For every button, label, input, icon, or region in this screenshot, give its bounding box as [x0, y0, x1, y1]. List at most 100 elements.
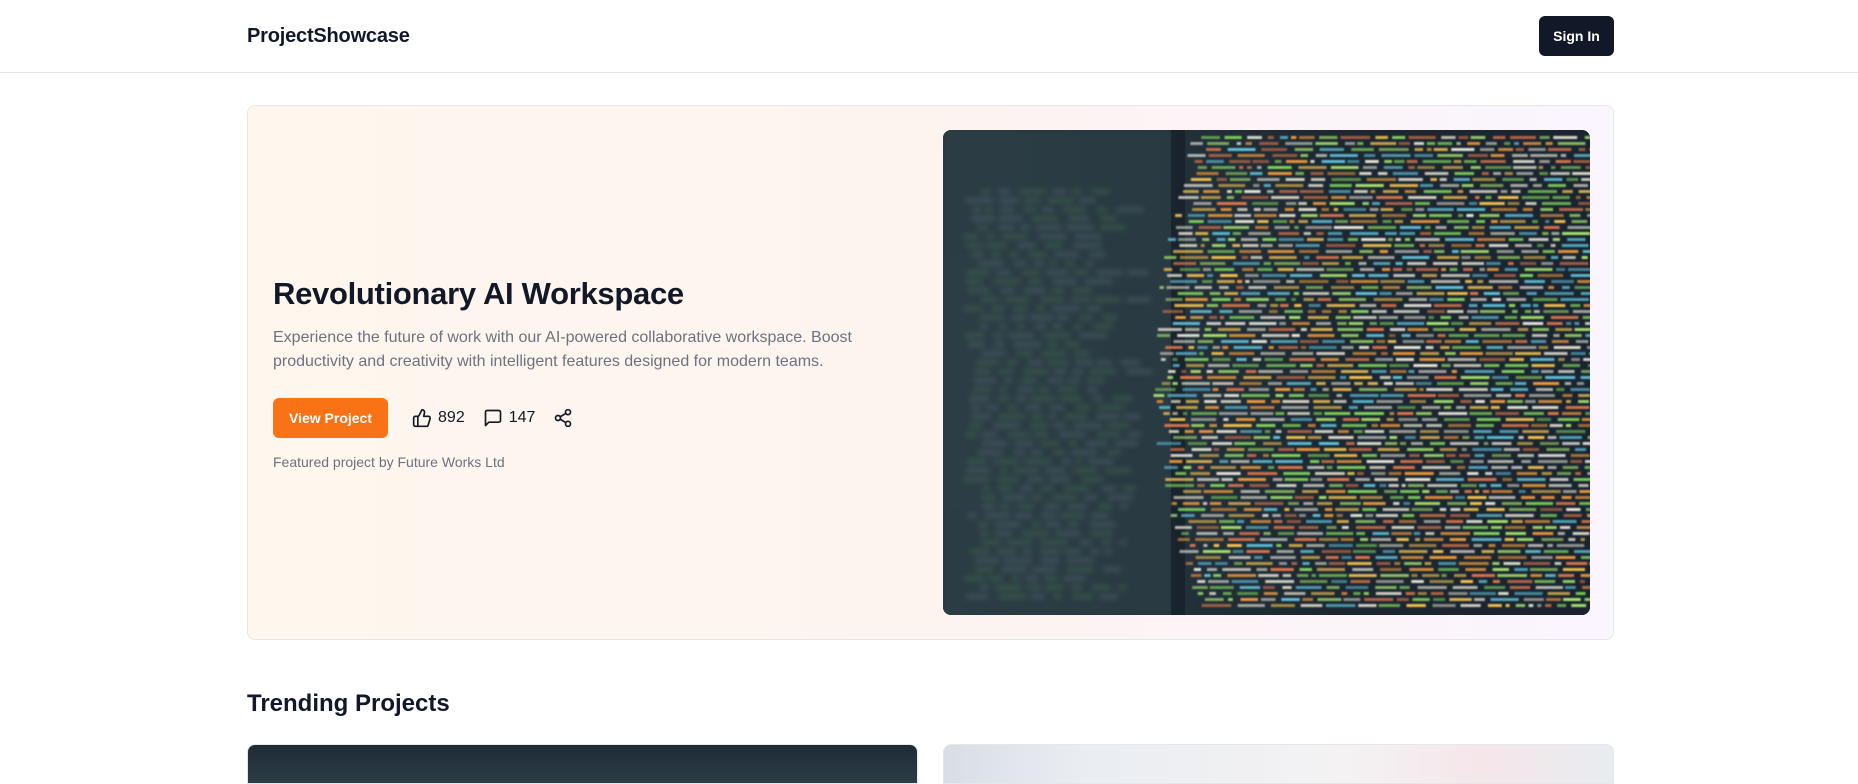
- code-line-mark: [1359, 388, 1387, 391]
- code-line-mark: [1530, 358, 1554, 361]
- code-line-mark: [1493, 568, 1509, 571]
- code-line-mark: [1361, 418, 1380, 421]
- code-line-mark: [1400, 442, 1406, 445]
- code-line-mark: [1441, 136, 1455, 139]
- code-line-mark: [1556, 160, 1571, 163]
- code-line-mark: [1479, 580, 1487, 583]
- code-line-mark: [1334, 226, 1364, 229]
- code-line-mark: [1408, 496, 1420, 499]
- code-line-blur-mark: [998, 397, 1009, 400]
- code-line-mark: [1271, 340, 1298, 343]
- code-line-mark: [1508, 202, 1520, 205]
- code-line-mark: [1247, 328, 1266, 331]
- code-line-mark: [1221, 340, 1249, 343]
- code-line-mark: [1337, 460, 1362, 463]
- code-line-mark: [1461, 580, 1473, 583]
- code-line-mark: [1509, 358, 1524, 361]
- code-line-mark: [1496, 472, 1511, 475]
- code-line-mark: [1383, 520, 1394, 523]
- code-line-mark: [1553, 136, 1577, 139]
- brand-logo[interactable]: ProjectShowcase: [247, 25, 410, 48]
- code-line-mark: [1165, 478, 1194, 481]
- code-line-mark: [1408, 394, 1436, 397]
- code-line-mark: [1379, 148, 1409, 151]
- code-line-mark: [1271, 496, 1293, 499]
- code-line-mark: [1442, 574, 1447, 577]
- code-line-mark: [1441, 274, 1470, 277]
- code-line-mark: [1375, 136, 1388, 139]
- code-line-mark: [1583, 316, 1590, 319]
- code-line-mark: [1497, 574, 1527, 577]
- code-line-blur-mark: [1008, 406, 1019, 409]
- featured-project-card: Revolutionary AI Workspace Experience th…: [247, 105, 1614, 640]
- code-line-mark: [1484, 442, 1488, 445]
- code-line-mark: [1237, 142, 1241, 145]
- code-line-mark: [1185, 328, 1200, 331]
- code-line-blur-mark: [1090, 550, 1100, 553]
- code-line-mark: [1396, 538, 1408, 541]
- code-line-blur-mark: [1108, 496, 1133, 499]
- code-line-mark: [1487, 268, 1499, 271]
- code-line-mark: [1263, 454, 1269, 457]
- code-line-mark: [1303, 502, 1313, 505]
- comment-button[interactable]: 147: [483, 408, 536, 428]
- code-line-mark: [1272, 454, 1301, 457]
- code-line-mark: [1192, 586, 1208, 589]
- code-line-mark: [1234, 562, 1242, 565]
- code-line-mark: [1234, 442, 1255, 445]
- code-line-mark: [1476, 424, 1494, 427]
- code-line-mark: [1304, 298, 1314, 301]
- code-line-mark: [1436, 226, 1447, 229]
- code-line-mark: [1241, 238, 1258, 241]
- code-line-mark: [1219, 184, 1246, 187]
- code-line-mark: [1353, 352, 1377, 355]
- code-line-mark: [1470, 460, 1484, 463]
- code-line-mark: [1213, 388, 1219, 391]
- trending-projects-title: Trending Projects: [247, 690, 450, 718]
- code-line-mark: [1351, 514, 1363, 517]
- trending-project-card[interactable]: [247, 744, 918, 784]
- code-line-mark: [1509, 508, 1536, 511]
- code-line-mark: [1364, 592, 1369, 595]
- code-line-blur-mark: [1088, 460, 1113, 463]
- code-line-mark: [1479, 202, 1504, 205]
- code-line-mark: [1231, 460, 1250, 463]
- share-button[interactable]: [553, 408, 573, 428]
- trending-project-card[interactable]: [943, 744, 1614, 784]
- code-line-mark: [1443, 166, 1463, 169]
- code-line-mark: [1267, 190, 1274, 193]
- code-line-mark: [1218, 328, 1241, 331]
- code-line-blur-mark: [1045, 469, 1066, 472]
- like-button[interactable]: 892: [412, 408, 465, 428]
- code-line-mark: [1209, 154, 1232, 157]
- code-line-mark: [1300, 190, 1324, 193]
- code-line-mark: [1474, 532, 1500, 535]
- code-line-mark: [1404, 562, 1422, 565]
- code-line-mark: [1203, 334, 1227, 337]
- code-line-mark: [1423, 250, 1431, 253]
- code-line-mark: [1233, 550, 1244, 553]
- code-line-mark: [1248, 232, 1270, 235]
- code-line-mark: [1248, 448, 1274, 451]
- code-line-mark: [1308, 316, 1329, 319]
- code-line-mark: [1263, 586, 1275, 589]
- code-line-blur-mark: [1033, 433, 1048, 436]
- code-line-mark: [1532, 364, 1555, 367]
- code-line-mark: [1222, 346, 1228, 349]
- code-line-mark: [1315, 562, 1327, 565]
- code-line-mark: [1341, 334, 1358, 337]
- code-line-mark: [1206, 148, 1221, 151]
- code-line-mark: [1181, 514, 1194, 517]
- code-line-mark: [1256, 424, 1275, 427]
- sign-in-button[interactable]: Sign In: [1539, 16, 1614, 56]
- view-project-button[interactable]: View Project: [273, 398, 388, 438]
- code-line-mark: [1291, 418, 1312, 421]
- code-line-mark: [1225, 322, 1245, 325]
- code-line-blur-mark: [976, 361, 999, 364]
- code-line-mark: [1365, 514, 1373, 517]
- code-line-mark: [1517, 538, 1534, 541]
- code-line-mark: [1438, 394, 1459, 397]
- code-line-mark: [1531, 574, 1543, 577]
- code-line-mark: [1225, 454, 1244, 457]
- code-line-mark: [1533, 532, 1554, 535]
